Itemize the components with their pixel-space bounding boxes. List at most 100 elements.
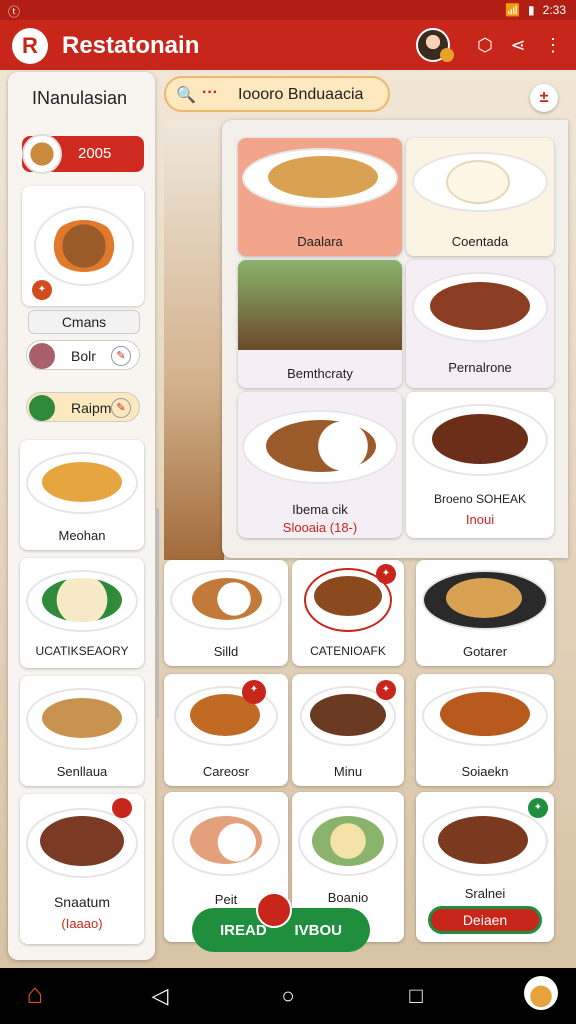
edit-icon: ✎	[111, 346, 131, 366]
back-button[interactable]: ◁	[148, 984, 172, 1008]
fries	[42, 462, 122, 502]
restaurant-photo	[164, 120, 224, 560]
card-title: Snaatum	[53, 894, 111, 910]
rice	[42, 578, 122, 622]
pill-label: Bolr	[71, 348, 96, 364]
sidebar-item-label: 2005	[78, 145, 112, 162]
promo-badge-icon	[256, 892, 292, 928]
card-title: Careosr	[202, 764, 250, 779]
dish-food	[50, 220, 118, 272]
food	[190, 816, 262, 864]
card-title: Pernalrone	[448, 360, 512, 375]
spicy-icon: ✦	[242, 680, 266, 704]
featured-card-broeno[interactable]: Broeno SOHEAK Inoui	[406, 392, 554, 538]
grid-card-silld[interactable]: Silld	[164, 560, 288, 666]
card-title: Meohan	[58, 528, 106, 543]
grid-card-soiaekn[interactable]: Soiaekn	[416, 674, 554, 786]
edit-icon: ✎	[111, 398, 131, 418]
button-label-left: IREAD	[220, 922, 267, 939]
featured-card-daalara[interactable]: Daalara	[238, 138, 402, 256]
status-bar: ⓣ 📶 ▮ 2:33	[0, 0, 576, 20]
rice	[446, 160, 510, 204]
home-button[interactable]: ○	[276, 984, 300, 1008]
leaf-icon: ✦	[528, 798, 548, 818]
sidebar-item-selected[interactable]: 2005	[22, 134, 144, 174]
location-icon[interactable]: ⬡	[472, 32, 498, 58]
sidebar-dish-card[interactable]: ✦	[22, 186, 144, 306]
card-title: Minu	[333, 764, 363, 779]
card-title: Coentada	[451, 234, 509, 249]
app-logo[interactable]: R	[12, 28, 48, 64]
grid-card-minu[interactable]: ✦ Minu	[292, 674, 404, 786]
dining-photo	[238, 260, 402, 350]
app-bar: R Restatonain ⬡ ⋖ ⋮	[0, 20, 576, 70]
wings	[430, 282, 530, 330]
card-title: Senllaua	[56, 764, 108, 779]
card-subtitle: Inoui	[465, 512, 495, 527]
sidebar-heading: INanulasian	[32, 88, 128, 108]
food	[192, 578, 262, 620]
food	[310, 694, 386, 736]
button-label-right: IVBOU	[294, 922, 342, 939]
search-dash: ···	[202, 84, 218, 101]
more-menu-icon[interactable]: ⋮	[540, 32, 566, 58]
search-text: Ioooro Bnduaacia	[238, 86, 364, 103]
meat-and-rice	[266, 420, 376, 472]
avatar-badge	[440, 48, 454, 62]
card-title: Broeno SOHEAK	[433, 492, 527, 506]
card-title: UCATIKSEAORY	[35, 644, 129, 658]
grid-card-catenioafk[interactable]: ✦ CATENIOAFK	[292, 560, 404, 666]
featured-card-pernalrone[interactable]: Pernalrone	[406, 260, 554, 388]
wifi-icon: 📶	[505, 3, 521, 17]
steak	[432, 414, 528, 464]
food	[438, 816, 528, 864]
grid-card-careosr[interactable]: ✦ Careosr	[164, 674, 288, 786]
house-icon[interactable]: ⌂	[20, 978, 50, 1012]
noodles	[42, 698, 122, 738]
recent-apps-button[interactable]: □	[404, 984, 428, 1008]
card-title: Boanio	[327, 890, 369, 905]
food	[440, 692, 530, 736]
card-title: Sralnei	[464, 886, 506, 901]
filter-icon[interactable]: ±	[530, 84, 558, 112]
scrollbar[interactable]	[156, 508, 159, 718]
bowl-thumbnail	[22, 134, 62, 174]
spicy-icon: ✦	[376, 680, 396, 700]
fire-icon: ✦	[32, 280, 52, 300]
read-view-button[interactable]: IREAD IVBOU	[192, 892, 370, 952]
sidebar-card-snaatum[interactable]: Snaatum (Iaaao)	[20, 794, 144, 944]
grid-card-sralnei[interactable]: ✦ Sralnei Deiaen	[416, 792, 554, 942]
status-icon: ⓣ	[8, 5, 21, 19]
fish	[268, 156, 378, 198]
sidebar-pill-bolr[interactable]: Bolr ✎	[26, 340, 140, 370]
grid-card-gotarer[interactable]: Gotarer	[416, 560, 554, 666]
battery-icon: ▮	[528, 3, 535, 17]
status-time: 2:33	[542, 3, 566, 17]
sauce-icon	[112, 798, 132, 818]
share-icon[interactable]: ⋖	[505, 32, 531, 58]
card-title: Gotarer	[462, 644, 508, 659]
search-icon: 🔍	[176, 87, 196, 104]
featured-card-coentada[interactable]: Coentada	[406, 138, 554, 256]
food	[314, 576, 382, 616]
app-title: Restatonain	[62, 32, 200, 59]
featured-card-bemthcraty[interactable]: Bemthcraty	[238, 260, 402, 388]
sidebar-card-senllaua[interactable]: Senllaua	[20, 676, 144, 786]
card-title: Soiaekn	[461, 764, 509, 779]
card-title: Daalara	[297, 234, 343, 249]
card-subtitle: Slooaia (18-)	[282, 520, 358, 535]
order-button[interactable]: Deiaen	[428, 906, 542, 934]
search-input[interactable]: 🔍 ··· Ioooro Bnduaacia	[164, 76, 390, 112]
pill-label: Raipm	[71, 400, 112, 416]
sidebar-pill-raipm[interactable]: Raipm ✎	[26, 392, 140, 422]
featured-card-ibema[interactable]: Ibema cik Slooaia (18-)	[238, 392, 402, 538]
bowl-icon[interactable]	[524, 976, 558, 1010]
card-title: CATENIOAFK	[310, 644, 386, 658]
spicy-icon: ✦	[376, 564, 396, 584]
meat	[40, 816, 124, 866]
jar-icon	[29, 343, 55, 369]
card-title: Ibema cik	[292, 502, 348, 517]
sidebar-card-meohan[interactable]: Meohan	[20, 440, 144, 550]
sidebar-card-label: Cmans	[28, 310, 140, 334]
sidebar-card-ucatik[interactable]: UCATIKSEAORY	[20, 558, 144, 668]
